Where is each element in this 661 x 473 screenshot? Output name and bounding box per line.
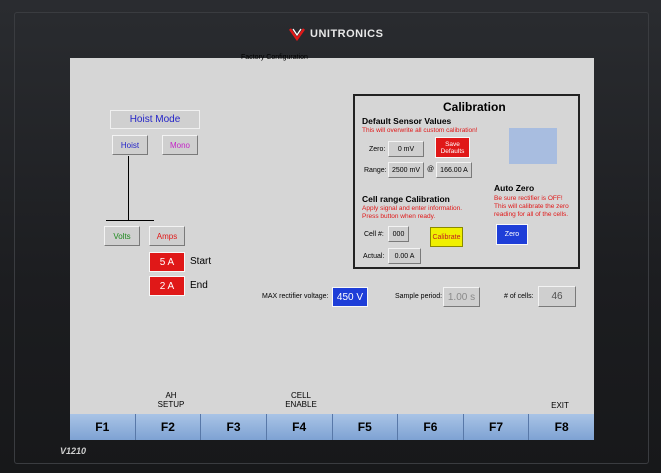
hmi-screen: Factory Configuration Hoist Mode Hoist M… bbox=[70, 54, 594, 440]
mono-button[interactable]: Mono bbox=[162, 135, 198, 155]
zero-label: Zero: bbox=[369, 146, 386, 153]
zero-button[interactable]: Zero bbox=[496, 224, 528, 245]
cell-range-instruction-1: Apply signal and enter information. bbox=[362, 205, 463, 212]
f8-caption-line-1: EXIT bbox=[551, 401, 569, 410]
f4-caption-line-2: ENABLE bbox=[285, 400, 317, 409]
f4-key[interactable]: F4 bbox=[266, 414, 333, 440]
range-amps-field[interactable]: 166.00 A bbox=[436, 162, 472, 178]
auto-zero-warning-1: Be sure rectifier is OFF! bbox=[494, 195, 563, 202]
model-label: V1210 bbox=[60, 446, 87, 456]
mode-branch-line bbox=[106, 220, 154, 221]
at-symbol: @ bbox=[427, 166, 435, 173]
save-defaults-button[interactable]: Save Defaults bbox=[435, 137, 470, 158]
range-mv-field[interactable]: 2500 mV bbox=[388, 162, 424, 178]
default-sensor-title: Default Sensor Values bbox=[362, 116, 452, 126]
calibration-title: Calibration bbox=[443, 100, 506, 114]
f4-caption-line-1: CELL bbox=[290, 391, 311, 400]
brand-logo: UNITRONICS bbox=[288, 27, 383, 41]
f2-caption: AH SETUP bbox=[153, 391, 189, 409]
sample-period-field[interactable]: 1.00 s bbox=[443, 287, 480, 307]
f1-key[interactable]: F1 bbox=[70, 414, 136, 440]
hoist-button[interactable]: Hoist bbox=[112, 135, 148, 155]
calibrate-button[interactable]: Calibrate bbox=[430, 227, 463, 247]
amps-button[interactable]: Amps bbox=[149, 226, 185, 246]
f8-key[interactable]: F8 bbox=[529, 414, 594, 440]
actual-label: Actual: bbox=[363, 253, 385, 260]
max-voltage-field[interactable]: 450 V bbox=[332, 287, 368, 307]
f7-key[interactable]: F7 bbox=[463, 414, 530, 440]
end-label: End bbox=[190, 280, 208, 291]
cell-range-title: Cell range Calibration bbox=[362, 194, 450, 204]
start-label: Start bbox=[190, 256, 212, 267]
f2-caption-line-1: AH bbox=[165, 391, 177, 400]
volts-button[interactable]: Volts bbox=[104, 226, 140, 246]
f2-key[interactable]: F2 bbox=[135, 414, 202, 440]
cell-range-instruction-2: Press button when ready. bbox=[362, 213, 436, 220]
calibration-panel: Calibration Default Sensor Values This w… bbox=[353, 94, 580, 269]
cell-number-field[interactable]: 000 bbox=[388, 226, 409, 242]
end-amps-field[interactable]: 2 A bbox=[149, 276, 185, 296]
f3-key[interactable]: F3 bbox=[201, 414, 267, 440]
cell-count-label: # of cells: bbox=[504, 293, 534, 300]
start-amps-field[interactable]: 5 A bbox=[149, 252, 185, 272]
zero-value-field[interactable]: 0 mV bbox=[388, 141, 424, 157]
f8-caption: EXIT bbox=[542, 401, 578, 410]
unitronics-logo-icon bbox=[289, 28, 305, 41]
sample-period-label: Sample period: bbox=[395, 293, 443, 300]
cell-count-field[interactable]: 46 bbox=[538, 286, 576, 307]
default-sensor-warning: This will overwrite all custom calibrati… bbox=[362, 127, 478, 134]
function-key-bar: F1 F2 F3 F4 F5 F6 F7 F8 bbox=[70, 414, 594, 440]
f5-key[interactable]: F5 bbox=[332, 414, 399, 440]
max-voltage-label: MAX rectifier voltage: bbox=[262, 293, 329, 300]
status-indicator-box bbox=[509, 128, 557, 164]
device-bezel: UNITRONICS V1210 Factory Configuration H… bbox=[0, 0, 661, 473]
f6-key[interactable]: F6 bbox=[398, 414, 464, 440]
f4-caption: CELL ENABLE bbox=[279, 391, 323, 409]
actual-amps-field[interactable]: 0.00 A bbox=[388, 248, 421, 264]
auto-zero-warning-2: This will calibrate the zero bbox=[494, 203, 569, 210]
cell-number-label: Cell #: bbox=[364, 231, 384, 238]
mode-connector-line bbox=[128, 156, 129, 220]
screen-title: Factory Configuration bbox=[241, 54, 308, 61]
auto-zero-title: Auto Zero bbox=[494, 183, 535, 193]
f2-caption-line-2: SETUP bbox=[157, 400, 185, 409]
auto-zero-warning-3: reading for all of the cells. bbox=[494, 211, 569, 218]
hoist-mode-label: Hoist Mode bbox=[110, 110, 200, 129]
brand-name: UNITRONICS bbox=[310, 28, 384, 40]
range-label: Range: bbox=[364, 167, 387, 174]
